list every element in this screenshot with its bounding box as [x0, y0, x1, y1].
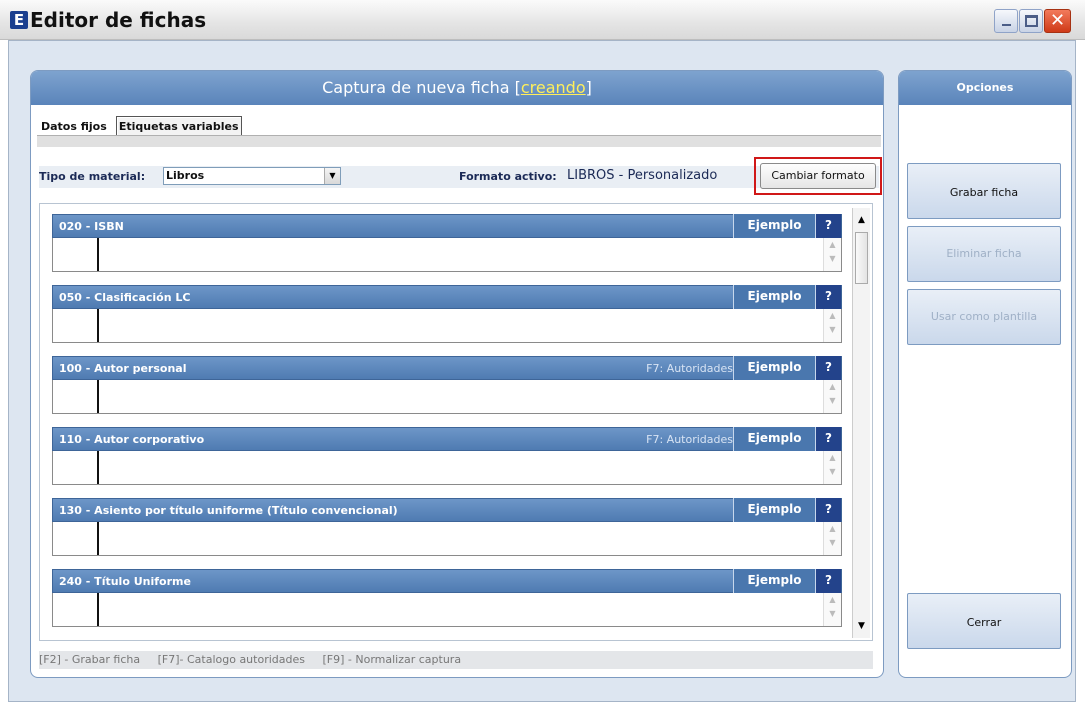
field-header: 130 - Asiento por título uniforme (Títul…: [52, 498, 842, 522]
fields-list: 020 - ISBN Ejemplo? ▲ ▼ 050 - Clasificació…: [39, 203, 873, 641]
maximize-button[interactable]: [1019, 9, 1043, 33]
format-value: LIBROS - Personalizado: [567, 168, 718, 183]
field-header: 050 - Clasificación LC Ejemplo?: [52, 285, 842, 309]
title-bar: E Editor de fichas ✕: [0, 0, 1085, 40]
field-scrollbar[interactable]: ▲ ▼: [823, 309, 841, 342]
help-icon[interactable]: ?: [815, 498, 841, 522]
field-input[interactable]: ▲ ▼: [52, 522, 842, 556]
indicator-input[interactable]: [53, 522, 99, 555]
example-button[interactable]: Ejemplo: [733, 214, 815, 238]
help-icon[interactable]: ?: [815, 285, 841, 309]
indicator-input[interactable]: [53, 380, 99, 413]
scroll-up-icon[interactable]: ▲: [854, 212, 869, 228]
example-button[interactable]: Ejemplo: [733, 427, 815, 451]
example-button[interactable]: Ejemplo: [733, 285, 815, 309]
use-as-template-button[interactable]: Usar como plantilla: [907, 289, 1061, 345]
field-scrollbar[interactable]: ▲ ▼: [823, 380, 841, 413]
help-icon[interactable]: ?: [815, 569, 841, 593]
f7-hint: F7: Autoridades: [646, 362, 733, 375]
close-icon: ✕: [1049, 10, 1066, 31]
field-label: 050 - Clasificación LC: [59, 291, 191, 304]
tab-strip: Datos fijos Etiquetas variables: [39, 115, 244, 138]
help-icon[interactable]: ?: [815, 356, 841, 380]
change-format-highlight: Cambiar formato: [754, 157, 882, 195]
minimize-button[interactable]: [994, 9, 1018, 33]
close-window-button[interactable]: ✕: [1044, 9, 1071, 33]
help-icon[interactable]: ?: [815, 427, 841, 451]
field-header: 110 - Autor corporativo F7: Autoridades Ej…: [52, 427, 842, 451]
field-label: 240 - Título Uniforme: [59, 575, 191, 588]
field-header: 100 - Autor personal F7: Autoridades Ejemp…: [52, 356, 842, 380]
field-110: 110 - Autor corporativo F7: Autoridades Ej…: [52, 427, 842, 485]
field-input[interactable]: ▲ ▼: [52, 451, 842, 485]
hotkey-f2: [F2] - Grabar ficha: [39, 653, 141, 666]
field-input[interactable]: ▲ ▼: [52, 238, 842, 272]
field-input[interactable]: ▲ ▼: [52, 380, 842, 414]
close-button[interactable]: Cerrar: [907, 593, 1061, 649]
minimize-icon: [1002, 24, 1011, 26]
material-select[interactable]: Libros ▼: [163, 167, 341, 185]
field-scrollbar[interactable]: ▲ ▼: [823, 593, 841, 626]
material-value: Libros: [166, 169, 205, 182]
app-icon: E: [10, 11, 28, 29]
example-button[interactable]: Ejemplo: [733, 498, 815, 522]
example-button[interactable]: Ejemplo: [733, 356, 815, 380]
material-label: Tipo de material:: [39, 170, 146, 183]
window-title: Editor de fichas: [30, 8, 207, 32]
maximize-icon: [1025, 15, 1038, 27]
help-icon[interactable]: ?: [815, 214, 841, 238]
change-format-button[interactable]: Cambiar formato: [760, 163, 876, 189]
f7-hint: F7: Autoridades: [646, 433, 733, 446]
field-input[interactable]: ▲ ▼: [52, 593, 842, 627]
format-toolbar: Tipo de material: Libros ▼ Formato activ…: [39, 166, 879, 188]
capture-panel: Captura de nueva ficha [creando] Datos f…: [30, 70, 884, 678]
hotkey-f9: [F9] - Normalizar captura: [322, 653, 462, 666]
dropdown-arrow-icon[interactable]: ▼: [324, 168, 340, 184]
format-label: Formato activo:: [459, 170, 557, 183]
indicator-input[interactable]: [53, 451, 99, 484]
field-header: 020 - ISBN Ejemplo?: [52, 214, 842, 238]
indicator-input[interactable]: [53, 238, 99, 271]
hotkey-bar: [F2] - Grabar ficha [F7]- Catalogo autor…: [39, 651, 873, 669]
field-label: 100 - Autor personal: [59, 362, 187, 375]
panel-header: Captura de nueva ficha [creando]: [31, 71, 883, 105]
field-100: 100 - Autor personal F7: Autoridades Ejemp…: [52, 356, 842, 414]
field-label: 020 - ISBN: [59, 220, 124, 233]
field-scrollbar[interactable]: ▲ ▼: [823, 522, 841, 555]
field-scrollbar[interactable]: ▲ ▼: [823, 238, 841, 271]
scroll-thumb[interactable]: [855, 232, 868, 284]
field-label: 130 - Asiento por título uniforme (Títul…: [59, 504, 398, 517]
field-scrollbar[interactable]: ▲ ▼: [823, 451, 841, 484]
options-panel: Opciones Grabar ficha Eliminar ficha Usa…: [898, 70, 1072, 678]
field-050: 050 - Clasificación LC Ejemplo? ▲ ▼: [52, 285, 842, 343]
field-020: 020 - ISBN Ejemplo? ▲ ▼: [52, 214, 842, 272]
header-suffix: ]: [585, 78, 592, 97]
example-button[interactable]: Ejemplo: [733, 569, 815, 593]
field-input[interactable]: ▲ ▼: [52, 309, 842, 343]
tab-divider: [37, 135, 881, 147]
header-prefix: Captura de nueva ficha [: [322, 78, 521, 97]
header-state: creando: [520, 78, 586, 97]
scroll-down-icon[interactable]: ▼: [854, 618, 869, 634]
fields-scrollbar[interactable]: ▲ ▼: [852, 208, 870, 638]
field-240: 240 - Título Uniforme Ejemplo? ▲ ▼: [52, 569, 842, 627]
hotkey-f7: [F7]- Catalogo autoridades: [157, 653, 305, 666]
options-header: Opciones: [899, 71, 1071, 105]
save-record-button[interactable]: Grabar ficha: [907, 163, 1061, 219]
field-130: 130 - Asiento por título uniforme (Títul…: [52, 498, 842, 556]
field-header: 240 - Título Uniforme Ejemplo?: [52, 569, 842, 593]
tab-datos-fijos[interactable]: Datos fijos: [39, 117, 109, 137]
indicator-input[interactable]: [53, 309, 99, 342]
delete-record-button[interactable]: Eliminar ficha: [907, 226, 1061, 282]
indicator-input[interactable]: [53, 593, 99, 626]
field-label: 110 - Autor corporativo: [59, 433, 205, 446]
